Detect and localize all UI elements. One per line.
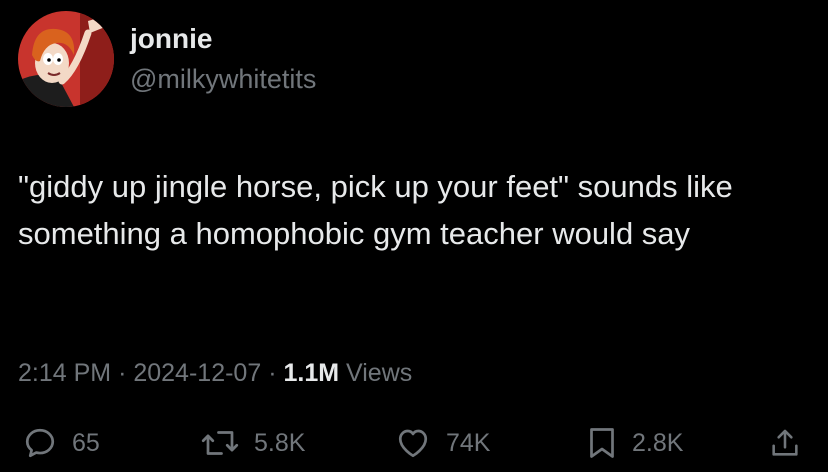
share-icon [772,429,798,456]
tweet-meta: 2:14 PM · 2024-12-07 · 1.1M Views [18,356,412,390]
tweet-date[interactable]: 2024-12-07 [133,359,261,387]
heart-icon [398,429,428,458]
bookmark-icon [590,428,614,458]
tweet: jonnie @milkywhitetits "giddy up jingle … [0,0,828,472]
reply-button[interactable]: 65 [22,420,100,466]
user-handle[interactable]: @milkywhitetits [130,62,316,96]
reply-count: 65 [72,429,100,457]
views-label: Views [346,359,413,387]
avatar[interactable] [18,11,114,107]
bookmark-button[interactable]: 2.8K [586,420,683,466]
share-button[interactable] [768,420,802,466]
tweet-time[interactable]: 2:14 PM [18,359,111,387]
like-button[interactable]: 74K [394,420,490,466]
cartoon-avatar-icon [18,11,114,107]
like-count: 74K [446,429,491,457]
display-name[interactable]: jonnie [130,22,212,56]
meta-separator: · [118,359,127,387]
reply-icon [25,428,55,458]
meta-separator: · [268,359,277,387]
retweet-count: 5.8K [254,429,306,457]
tweet-text: "giddy up jingle horse, pick up your fee… [18,169,733,251]
retweet-icon [201,431,239,455]
bookmark-count: 2.8K [632,429,684,457]
retweet-button[interactable]: 5.8K [200,420,305,466]
views-count[interactable]: 1.1M [283,359,339,387]
action-bar: 65 5.8K 74K 2.8K [0,420,828,466]
